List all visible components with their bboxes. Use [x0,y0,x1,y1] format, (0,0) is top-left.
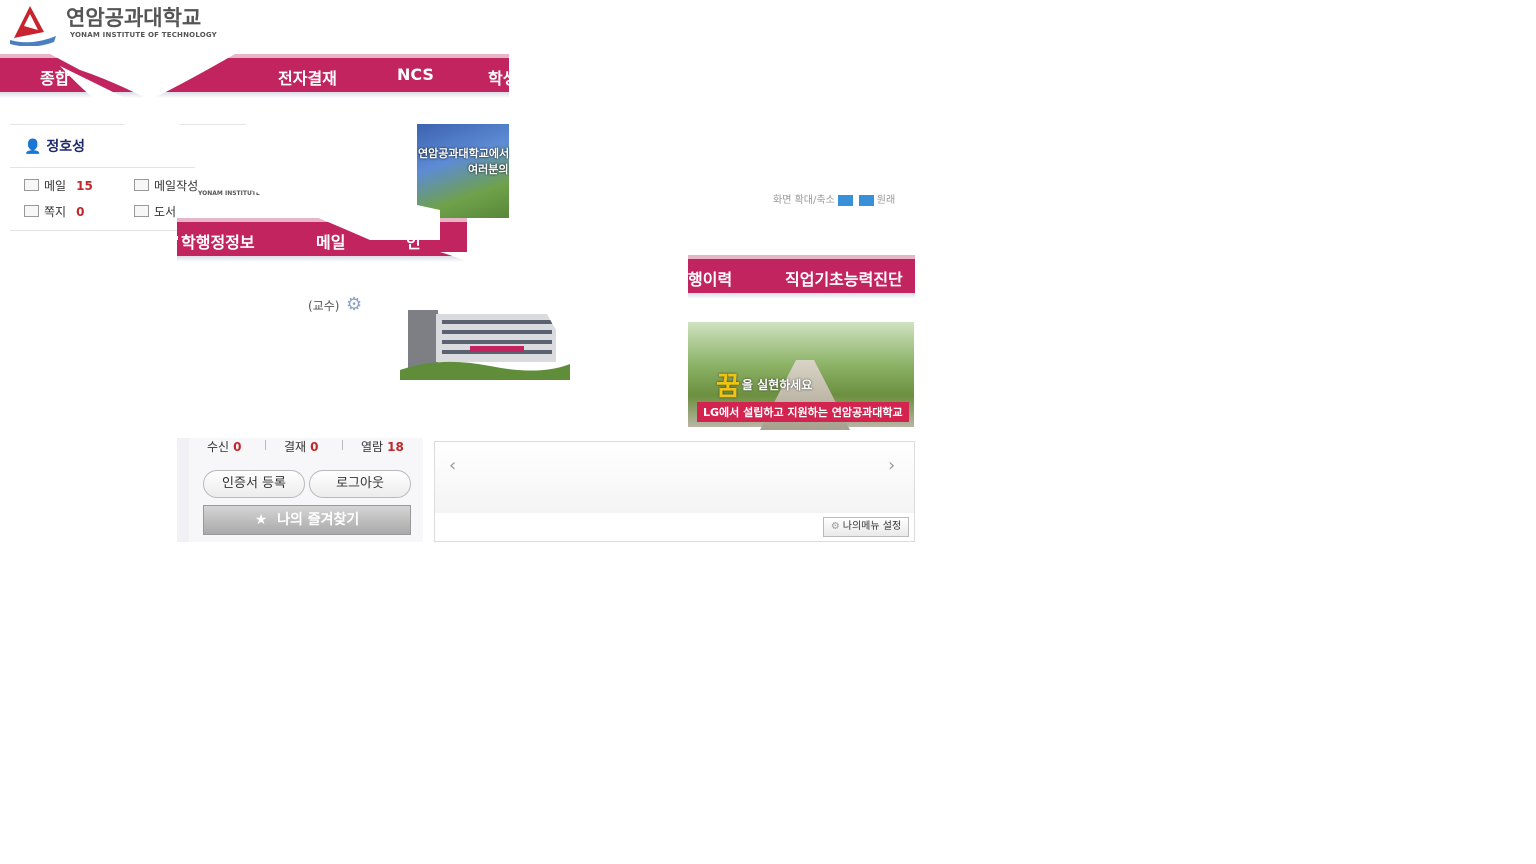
banner-campus-top[interactable] [417,124,509,232]
banner-logo-text: YONAM INSTITUTE OF [198,190,272,197]
chevron-right-icon[interactable]: › [888,455,895,476]
view-stat[interactable]: 열람 18 [361,438,404,455]
campus-building-image [400,300,570,380]
mail-icon [24,179,39,191]
banner-slogan: 꿈을 실현하세요 [716,372,813,402]
main-nav-right: 행이력 직업기초능력진단 [688,255,915,299]
logo-title: 연암공과대학교 [66,6,202,30]
nav-item-mail[interactable]: 메일 [316,229,345,253]
nav-item-job-skills[interactable]: 직업기초능력진단 [785,266,903,290]
my-menu-settings-button[interactable]: ⚙ 나의메뉴 설정 [823,517,909,537]
mail-write-link[interactable]: 메일작성 [134,177,198,194]
logout-button[interactable]: 로그아웃 [309,470,411,498]
nav-item-academic-admin[interactable]: 학행정정보 [181,229,255,253]
note-count: 0 [76,205,85,219]
user-role: (교수) [308,299,340,313]
note-link[interactable]: 쪽지 0 [24,203,84,220]
user-name: 정호성 [46,139,85,155]
quick-menu-slider [434,441,915,515]
zoom-in-icon[interactable] [837,194,853,206]
main-nav-mid: 학행정정보 메일 인 [177,218,467,262]
mail-link[interactable]: 메일 15 [24,177,93,194]
pencil-icon [134,179,149,191]
zoom-control: 화면 확대/축소 원래 [773,194,896,206]
divider [0,236,178,240]
banner-top-text: 연암공과대학교에서 여러분의 [418,147,510,176]
chevron-left-icon[interactable]: ‹ [449,455,456,476]
divider [342,440,343,450]
user-icon: 👤 [24,139,42,155]
nav-item-partial[interactable]: 인 [406,229,421,253]
user-name-row: 👤 정호성 [24,136,85,156]
approval-stat[interactable]: 결재 0 [284,438,318,455]
divider [10,167,246,168]
gear-icon[interactable]: ⚙ [346,294,362,315]
zoom-out-icon[interactable] [858,194,874,206]
divider [265,440,266,450]
receive-stat[interactable]: 수신 0 [207,438,241,455]
nav-item-general[interactable]: 종합 [40,65,69,89]
note-icon [24,205,39,217]
mail-count: 15 [76,179,93,193]
nav-item-student[interactable]: 학생 [488,65,517,89]
main-nav-top: 종합 전자결재 NCS 학생 [0,54,517,98]
nav-item-history[interactable]: 행이력 [688,266,732,290]
logo-subtitle: YONAM INSTITUTE OF TECHNOLOGY [70,31,217,39]
favorites-button[interactable]: ★ 나의 즐겨찾기 [203,505,411,535]
banner-caption: LG에서 설립하고 지원하는 연암공과대학교 [697,402,909,422]
nav-item-approval[interactable]: 전자결재 [278,65,337,89]
nav-item-ncs[interactable]: NCS [397,65,434,84]
star-icon: ★ [254,512,268,528]
library-link[interactable]: 도서 [134,203,176,220]
gear-icon: ⚙ [830,521,840,532]
cert-register-button[interactable]: 인증서 등록 [203,470,305,498]
book-icon [134,205,149,217]
